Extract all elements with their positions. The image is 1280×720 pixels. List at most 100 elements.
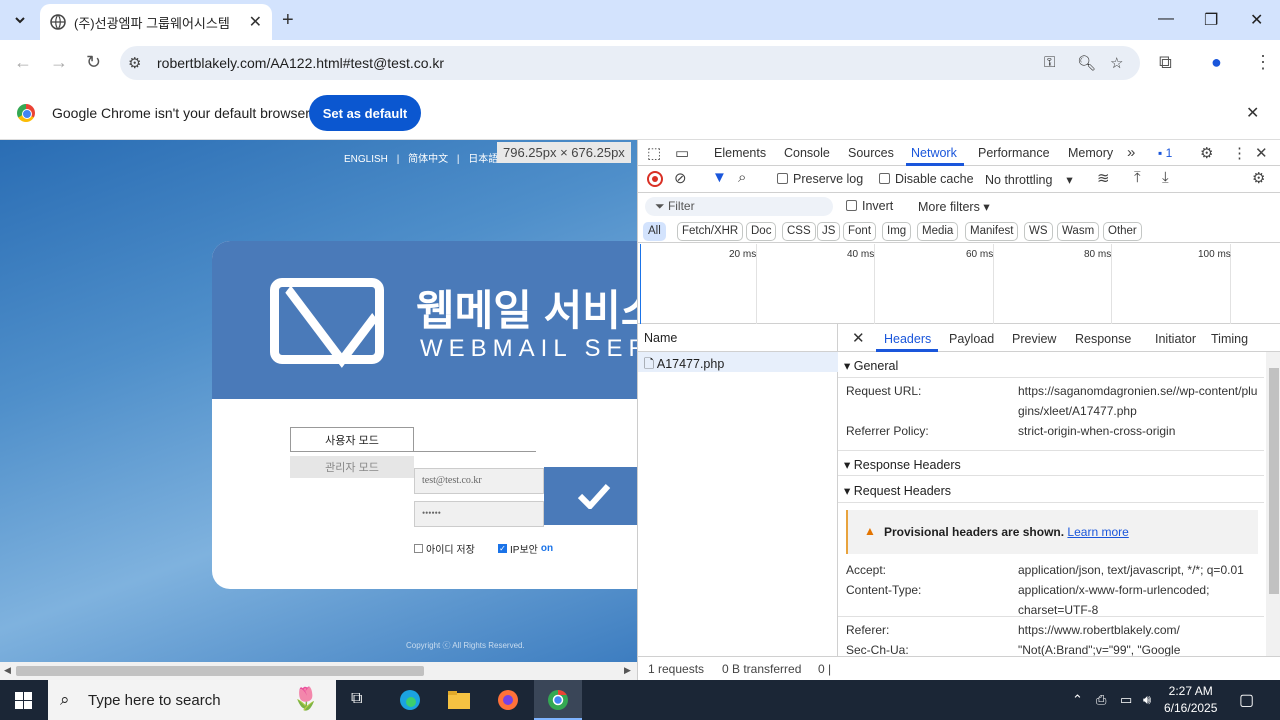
network-icon[interactable]: ▭ bbox=[1120, 692, 1132, 708]
close-infobar-icon[interactable]: ✕ bbox=[1246, 103, 1259, 123]
lang-chinese[interactable]: 简体中文 bbox=[408, 154, 448, 165]
close-detail-icon[interactable]: ✕ bbox=[852, 329, 865, 347]
name-column-header[interactable]: Name bbox=[638, 324, 838, 352]
forward-icon[interactable]: → bbox=[50, 52, 68, 73]
email-field[interactable]: test@test.co.kr bbox=[414, 468, 544, 494]
close-devtools-icon[interactable]: ✕ bbox=[1255, 144, 1268, 162]
taskbar-clock[interactable]: 2:27 AM 6/16/2025 bbox=[1164, 683, 1217, 717]
filter-input[interactable]: ⏷ Filter bbox=[645, 197, 833, 216]
response-headers-section[interactable]: ▾ Response Headers bbox=[838, 450, 1264, 476]
url-text[interactable]: robertblakely.com/AA122.html#test@test.c… bbox=[157, 55, 444, 71]
menu-icon[interactable]: ⋮ bbox=[1254, 52, 1272, 73]
password-field[interactable]: •••••• bbox=[414, 501, 544, 527]
password-key-icon[interactable]: ⚿ bbox=[1044, 54, 1055, 71]
filter-icon[interactable]: ▼ bbox=[712, 169, 727, 186]
close-tab-icon[interactable]: ✕ bbox=[249, 12, 262, 32]
tab-timing[interactable]: Timing bbox=[1211, 332, 1248, 346]
windows-start-icon[interactable] bbox=[15, 692, 32, 709]
chip-js[interactable]: JS bbox=[817, 222, 841, 241]
chip-manifest[interactable]: Manifest bbox=[965, 222, 1019, 241]
network-conditions-icon[interactable]: ≋ bbox=[1097, 169, 1110, 187]
chip-wasm[interactable]: Wasm bbox=[1057, 222, 1100, 241]
user-mode-tab[interactable]: 사용자 모드 bbox=[290, 427, 414, 452]
scroll-left-icon[interactable]: ◀ bbox=[4, 665, 11, 676]
profile-icon[interactable]: ● bbox=[1211, 52, 1222, 73]
request-headers-section[interactable]: ▾ Request Headers bbox=[838, 477, 1264, 503]
learn-more-link[interactable]: Learn more bbox=[1067, 525, 1128, 539]
device-icon[interactable]: ⎙ bbox=[1096, 692, 1106, 708]
tab-memory[interactable]: Memory bbox=[1068, 146, 1113, 160]
more-filters-dropdown[interactable]: More filters ▾ bbox=[918, 199, 990, 214]
task-view-icon[interactable]: ⧉ bbox=[351, 690, 362, 708]
ip-security-checkbox[interactable]: ✓ IP보안 on bbox=[498, 541, 553, 556]
bookmark-star-icon[interactable]: ☆ bbox=[1110, 54, 1123, 72]
import-har-icon[interactable]: ⤒ bbox=[1134, 169, 1141, 186]
export-har-icon[interactable]: ⤓ bbox=[1162, 169, 1169, 186]
preserve-log-checkbox[interactable]: Preserve log bbox=[777, 172, 863, 186]
settings-gear-icon[interactable]: ⚙ bbox=[1200, 144, 1213, 162]
tab-performance[interactable]: Performance bbox=[978, 146, 1050, 160]
scrollbar-thumb[interactable] bbox=[1269, 368, 1279, 594]
network-timeline[interactable]: 20 ms 40 ms 60 ms 80 ms 100 ms bbox=[638, 244, 1280, 324]
inspect-element-icon[interactable]: ⬚ bbox=[647, 144, 661, 162]
notifications-icon[interactable]: ▢ bbox=[1239, 690, 1254, 710]
invert-checkbox[interactable]: Invert bbox=[846, 199, 893, 213]
more-options-icon[interactable]: ⋮ bbox=[1232, 144, 1247, 162]
firefox-icon[interactable] bbox=[496, 689, 520, 711]
site-info-icon[interactable]: ⚙ bbox=[128, 54, 141, 72]
edge-icon[interactable] bbox=[398, 689, 422, 711]
chip-ws[interactable]: WS bbox=[1024, 222, 1053, 241]
browser-tab[interactable]: (주)선광엠파 그룹웨어시스템 ✕ bbox=[40, 4, 272, 40]
chip-all[interactable]: All bbox=[643, 222, 666, 241]
tab-console[interactable]: Console bbox=[784, 146, 830, 160]
tab-payload[interactable]: Payload bbox=[949, 332, 994, 346]
restore-button[interactable]: ❐ bbox=[1204, 10, 1218, 30]
lang-english[interactable]: ENGLISH bbox=[344, 154, 388, 165]
general-section-header[interactable]: ▾ General bbox=[838, 352, 1264, 378]
record-icon[interactable] bbox=[647, 171, 663, 187]
detail-scrollbar[interactable] bbox=[1266, 352, 1280, 678]
tab-initiator[interactable]: Initiator bbox=[1155, 332, 1196, 346]
extensions-icon[interactable]: ⧉ bbox=[1159, 52, 1172, 73]
chip-font[interactable]: Font bbox=[843, 222, 877, 241]
clear-icon[interactable]: ⊘ bbox=[674, 169, 687, 187]
throttling-select[interactable]: No throttling ▾ bbox=[985, 172, 1073, 187]
more-tabs-icon[interactable]: » bbox=[1127, 144, 1135, 161]
tab-response[interactable]: Response bbox=[1075, 332, 1131, 346]
network-settings-icon[interactable]: ⚙ bbox=[1252, 169, 1265, 187]
tab-preview[interactable]: Preview bbox=[1012, 332, 1056, 346]
volume-icon[interactable]: 🔊︎ bbox=[1143, 692, 1151, 708]
tab-search-button[interactable] bbox=[8, 8, 32, 32]
search-icon[interactable]: ⌕ bbox=[738, 169, 746, 186]
minimize-button[interactable]: — bbox=[1158, 10, 1174, 28]
set-default-button[interactable]: Set as default bbox=[309, 95, 421, 131]
request-row[interactable]: 🗋 A17477.php bbox=[638, 352, 838, 372]
chrome-taskbar-button[interactable] bbox=[534, 680, 582, 720]
tray-overflow-icon[interactable]: ⌃ bbox=[1072, 692, 1083, 708]
tab-network[interactable]: Network bbox=[911, 146, 957, 160]
chip-fetch-xhr[interactable]: Fetch/XHR bbox=[677, 222, 744, 241]
horizontal-scrollbar[interactable]: ◀ ▶ bbox=[0, 662, 637, 680]
device-toolbar-icon[interactable]: ▭ bbox=[675, 144, 689, 162]
back-icon[interactable]: ← bbox=[14, 52, 32, 73]
chip-img[interactable]: Img bbox=[882, 222, 912, 241]
issues-badge[interactable]: ▪ 1 bbox=[1158, 146, 1172, 160]
tab-sources[interactable]: Sources bbox=[848, 146, 894, 160]
address-bar[interactable]: ⚙ robertblakely.com/AA122.html#test@test… bbox=[120, 46, 1140, 80]
chip-media[interactable]: Media bbox=[917, 222, 959, 241]
new-tab-button[interactable]: + bbox=[282, 9, 294, 32]
admin-mode-tab[interactable]: 관리자 모드 bbox=[290, 456, 414, 478]
scrollbar-thumb[interactable] bbox=[16, 666, 424, 676]
taskbar-search-box[interactable]: ⌕ Type here to search 🌷 bbox=[48, 680, 336, 720]
save-id-checkbox[interactable]: 아이디 저장 bbox=[414, 541, 475, 556]
disable-cache-checkbox[interactable]: Disable cache bbox=[879, 172, 974, 186]
tab-headers[interactable]: Headers bbox=[884, 332, 931, 346]
login-button[interactable] bbox=[544, 467, 637, 525]
tab-elements[interactable]: Elements bbox=[714, 146, 766, 160]
file-explorer-icon[interactable] bbox=[447, 689, 471, 711]
lang-japanese[interactable]: 日本語 bbox=[468, 154, 498, 165]
chip-css[interactable]: CSS bbox=[782, 222, 816, 241]
scroll-right-icon[interactable]: ▶ bbox=[624, 665, 631, 676]
close-window-button[interactable]: ✕ bbox=[1250, 10, 1263, 30]
chip-other[interactable]: Other bbox=[1103, 222, 1142, 241]
